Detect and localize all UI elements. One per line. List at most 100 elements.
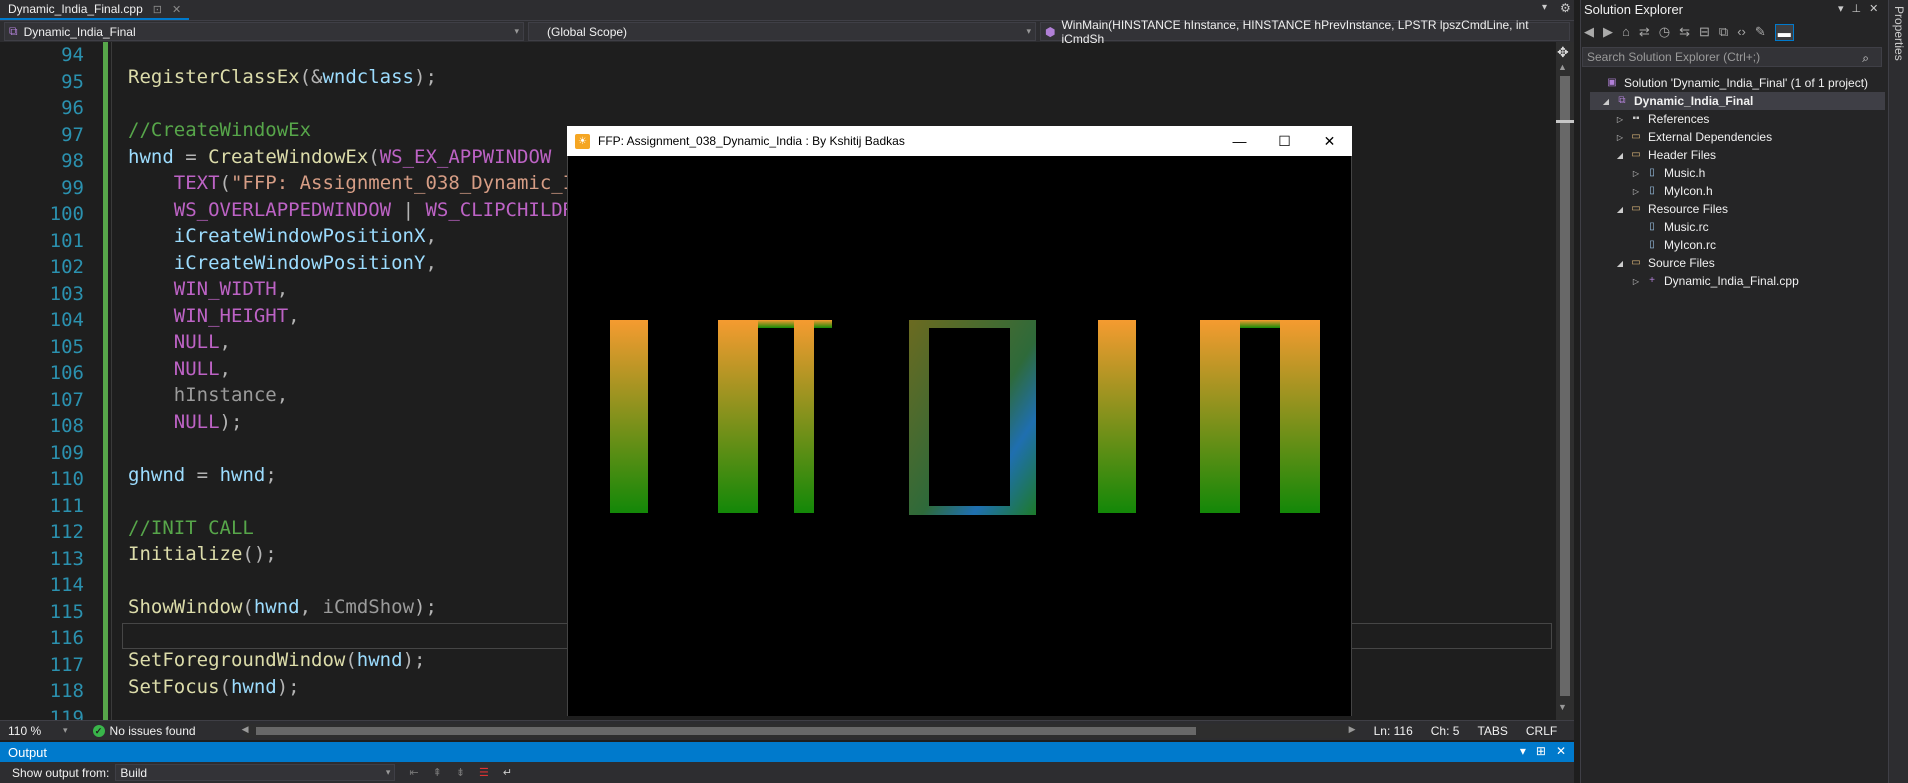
tree-item-myicon-h[interactable]: ▷ ▯ MyIcon.h: [1590, 182, 1885, 200]
function-dropdown-label: WinMain(HINSTANCE hInstance, HINSTANCE h…: [1061, 17, 1529, 46]
collapsed-icon[interactable]: ▷: [1630, 187, 1642, 196]
clear-all-icon[interactable]: ☰: [479, 766, 489, 779]
collapsed-icon[interactable]: ▷: [1614, 133, 1626, 142]
scroll-right-icon[interactable]: ▶: [1349, 724, 1356, 735]
project-dropdown-label: Dynamic_India_Final: [23, 24, 136, 39]
line-number: 107: [49, 388, 84, 411]
chevron-down-icon: ▾: [514, 26, 519, 36]
tree-item-external-dependencies[interactable]: ▷ ▭ External Dependencies: [1590, 128, 1885, 146]
collapsed-icon[interactable]: ▷: [1630, 169, 1642, 178]
issues-indicator[interactable]: ✓ No issues found: [92, 724, 196, 738]
properties-icon[interactable]: ✎: [1755, 24, 1766, 41]
dropdown-icon[interactable]: ▾: [1520, 744, 1526, 758]
close-icon[interactable]: ✕: [1869, 2, 1878, 15]
tree-item-source-files[interactable]: ◢ ▭ Source Files: [1590, 254, 1885, 272]
line-indicator[interactable]: Ln: 116: [1374, 724, 1413, 738]
zoom-level[interactable]: 110 %: [8, 724, 63, 738]
line-number: 96: [61, 97, 84, 119]
function-dropdown[interactable]: ⬢ WinMain(HINSTANCE hInstance, HINSTANCE…: [1040, 18, 1570, 46]
tree-item-header-files[interactable]: ◢ ▭ Header Files: [1590, 146, 1885, 164]
tree-item-music-rc[interactable]: ▯ Music.rc: [1590, 218, 1885, 236]
vertical-scroll-thumb[interactable]: [1560, 76, 1570, 696]
scroll-down-icon[interactable]: ▼: [1558, 702, 1567, 712]
solution-explorer-search-input[interactable]: Search Solution Explorer (Ctrl+;) ⌕: [1582, 47, 1882, 67]
folder-icon: ▭: [1631, 257, 1641, 268]
expanded-icon[interactable]: ◢: [1614, 205, 1626, 214]
references-icon: ▪▪: [1632, 113, 1640, 124]
collapse-all-icon[interactable]: ⊟: [1699, 24, 1710, 41]
line-number: 112: [49, 521, 84, 543]
solution-explorer-title: Solution Explorer: [1584, 2, 1683, 17]
maximize-button[interactable]: ☐: [1262, 126, 1307, 156]
sync-icon[interactable]: ⇆: [1679, 24, 1690, 41]
line-number: 103: [49, 282, 84, 305]
output-source-select[interactable]: Build ▾: [115, 764, 396, 781]
horizontal-scrollbar[interactable]: ◀ ▶: [242, 723, 1356, 738]
expanded-icon[interactable]: ◢: [1614, 151, 1626, 160]
pin-icon[interactable]: ⊥: [1852, 2, 1862, 15]
dropdown-icon[interactable]: ▾: [1838, 2, 1844, 15]
change-tracking-bar: [103, 42, 108, 720]
project-icon: ⧉: [1618, 95, 1626, 106]
chevron-down-icon[interactable]: ▾: [63, 725, 68, 736]
search-placeholder: Search Solution Explorer (Ctrl+;): [1587, 50, 1761, 64]
scroll-left-icon[interactable]: ◀: [242, 724, 249, 735]
close-icon[interactable]: ✕: [172, 3, 181, 16]
line-number: 115: [49, 600, 84, 623]
next-message-icon[interactable]: ⇟: [456, 766, 465, 779]
show-all-files-icon[interactable]: ⧉: [1719, 24, 1728, 41]
tree-item-solution[interactable]: ▣ Solution 'Dynamic_India_Final' (1 of 1…: [1590, 74, 1885, 92]
search-icon[interactable]: ⌕: [1862, 49, 1869, 67]
split-window-icon[interactable]: ✥: [1557, 44, 1569, 61]
find-message-icon[interactable]: ⇤: [409, 766, 418, 779]
app-window-titlebar[interactable]: ☀ FFP: Assignment_038_Dynamic_India : By…: [567, 126, 1352, 156]
line-endings[interactable]: CRLF: [1526, 724, 1557, 738]
tree-item-project[interactable]: ◢ ⧉ Dynamic_India_Final: [1590, 92, 1885, 110]
pin-icon[interactable]: ⊡: [153, 3, 162, 16]
line-number: 106: [49, 362, 84, 384]
output-pane-header[interactable]: Output ▾ ⊞ ✕: [0, 742, 1574, 762]
tree-item-myicon-rc[interactable]: ▯ MyIcon.rc: [1590, 236, 1885, 254]
pin-icon[interactable]: ⊞: [1536, 744, 1546, 758]
tree-item-label: Solution 'Dynamic_India_Final' (1 of 1 p…: [1624, 76, 1869, 90]
home-icon[interactable]: ⌂: [1622, 24, 1630, 41]
word-wrap-icon[interactable]: ↵: [503, 766, 512, 779]
expanded-icon[interactable]: ◢: [1614, 259, 1626, 268]
indent-mode[interactable]: TABS: [1477, 724, 1507, 738]
letter-i-first: [610, 320, 648, 513]
code-view-icon[interactable]: ‹›: [1737, 24, 1746, 41]
project-dropdown[interactable]: ⧉ Dynamic_India_Final ▾: [4, 22, 524, 41]
horizontal-scroll-thumb[interactable]: [255, 726, 1196, 735]
minimize-button[interactable]: —: [1217, 126, 1262, 156]
scroll-up-icon[interactable]: ▲: [1558, 62, 1567, 72]
line-number: 102: [49, 256, 84, 278]
tree-item-label: External Dependencies: [1648, 130, 1773, 144]
preview-icon[interactable]: ▬: [1774, 24, 1794, 41]
properties-tab-label[interactable]: Properties: [1892, 6, 1906, 61]
tree-item-main-cpp[interactable]: ▷ + Dynamic_India_Final.cpp: [1590, 272, 1885, 290]
previous-message-icon[interactable]: ⇞: [433, 766, 442, 779]
tree-item-label: Source Files: [1648, 256, 1715, 270]
scope-dropdown[interactable]: (Global Scope) ▾: [528, 22, 1036, 41]
collapsed-icon[interactable]: ▷: [1630, 277, 1642, 286]
tree-item-music-h[interactable]: ▷ ▯ Music.h: [1590, 164, 1885, 182]
line-number: 105: [49, 335, 84, 358]
column-indicator[interactable]: Ch: 5: [1431, 724, 1460, 738]
back-icon[interactable]: ◀: [1584, 24, 1594, 41]
tree-item-references[interactable]: ▷ ▪▪ References: [1590, 110, 1885, 128]
tab-overflow-chevron-icon[interactable]: ▾: [1542, 2, 1547, 13]
close-icon[interactable]: ✕: [1556, 744, 1566, 758]
tree-item-resource-files[interactable]: ◢ ▭ Resource Files: [1590, 200, 1885, 218]
check-circle-icon: ✓: [92, 724, 105, 737]
header-file-icon: ▯: [1649, 185, 1655, 196]
gear-icon[interactable]: ⚙: [1560, 1, 1571, 15]
switch-views-icon[interactable]: ⇄: [1639, 24, 1650, 41]
output-title: Output: [8, 744, 48, 760]
close-button[interactable]: ✕: [1307, 126, 1352, 156]
forward-icon[interactable]: ▶: [1603, 24, 1613, 41]
collapsed-icon[interactable]: ▷: [1614, 115, 1626, 124]
expanded-icon[interactable]: ◢: [1600, 97, 1612, 106]
properties-side-tab[interactable]: [1888, 0, 1908, 783]
pending-changes-icon[interactable]: ◷: [1659, 24, 1670, 41]
tab-dynamic-india-final-cpp[interactable]: Dynamic_India_Final.cpp ⊡ ✕: [0, 0, 190, 20]
